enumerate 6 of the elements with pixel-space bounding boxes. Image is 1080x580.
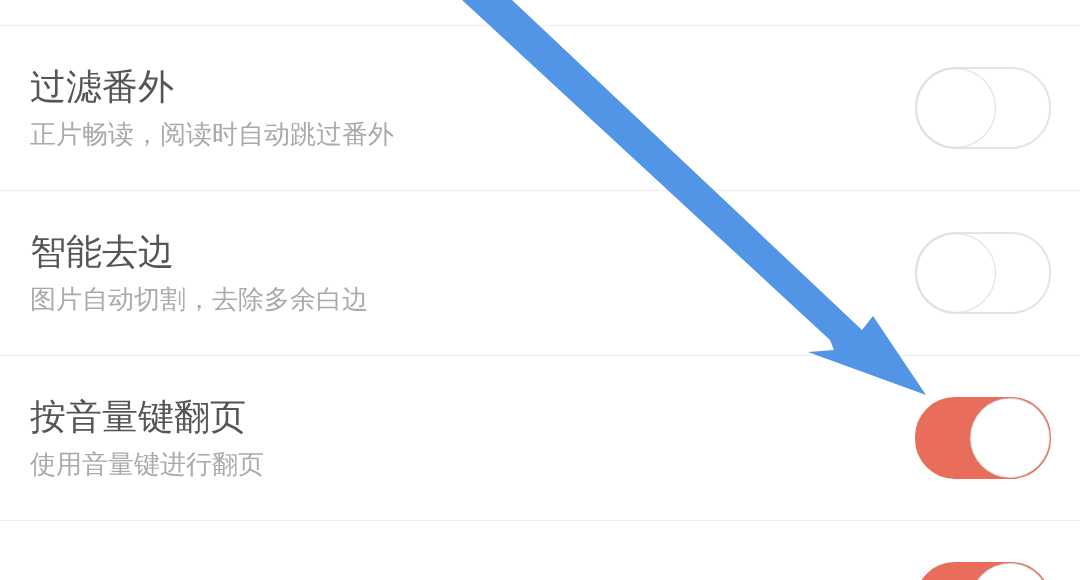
setting-description: 图片自动切割，去除多余白边 xyxy=(30,283,368,316)
setting-title: 按音量键翻页 xyxy=(30,395,247,439)
setting-title: 过滤番外 xyxy=(30,65,175,109)
setting-description: 正片畅读，阅读时自动跳过番外 xyxy=(30,118,394,151)
setting-description: 使用音量键进行翻页 xyxy=(30,448,264,481)
setting-title: 智能去边 xyxy=(30,230,175,274)
